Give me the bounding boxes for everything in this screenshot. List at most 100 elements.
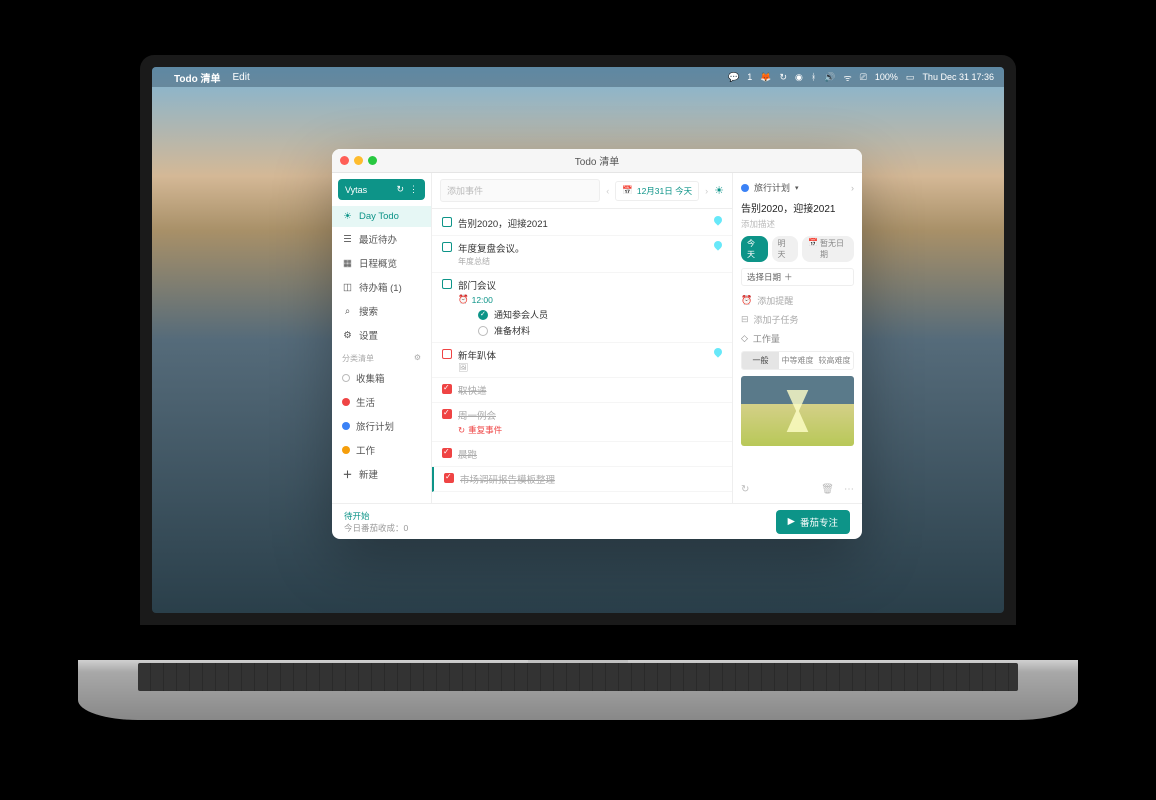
bluetooth-icon[interactable]: ᚼ [811, 72, 816, 82]
attached-image[interactable] [741, 376, 854, 446]
repeat-icon: ↻ [458, 425, 465, 436]
image-icon: 🖼 [458, 363, 708, 372]
checkbox[interactable] [442, 279, 452, 289]
menu-app-name[interactable]: Todo 清单 [174, 70, 220, 85]
chip-today[interactable]: 今天 [741, 236, 768, 262]
add-reminder[interactable]: ⏰ 添加提醒 [741, 294, 854, 307]
brightness-icon[interactable]: ☀ [714, 184, 724, 197]
chevron-right-icon[interactable]: › [851, 183, 854, 193]
list-inbox[interactable]: 收集箱 [332, 366, 431, 390]
shield-icon[interactable]: ◉ [795, 72, 803, 83]
list-travel[interactable]: 旅行计划 [332, 414, 431, 438]
list-life[interactable]: 生活 [332, 390, 431, 414]
firefox-icon[interactable]: 🦊 [760, 72, 771, 83]
trash-icon[interactable]: 🗑 [821, 484, 834, 495]
control-center-icon[interactable]: ⎚ [860, 72, 867, 83]
checkbox[interactable] [442, 242, 452, 252]
task-list: 告别2020，迎接2021 年度复盘会议。 年度总结 [432, 209, 732, 503]
more-icon[interactable]: ⋯ [844, 484, 854, 495]
checkbox[interactable] [442, 409, 452, 419]
detail-list-selector[interactable]: 旅行计划 ▾ › [741, 181, 854, 194]
checkbox[interactable] [442, 349, 452, 359]
list-dot-icon [342, 398, 350, 406]
nav-schedule[interactable]: ▦ 日程概览 [332, 251, 431, 275]
grid-icon: ▦ [342, 258, 353, 269]
battery-icon: ▭ [906, 72, 915, 83]
workload-normal[interactable]: 一般 [742, 352, 779, 369]
list-dot-icon [342, 446, 350, 454]
window-titlebar[interactable]: Todo 清单 [332, 149, 862, 173]
task-row[interactable]: 告别2020，迎接2021 [432, 211, 732, 236]
subtask-checkbox[interactable] [478, 326, 488, 336]
workload-medium[interactable]: 中等难度 [779, 352, 816, 369]
add-subtask[interactable]: ⊟ 添加子任务 [741, 313, 854, 326]
calendar-icon: 📅 [622, 185, 633, 196]
workload-selector[interactable]: 一般 中等难度 较高难度 [741, 351, 854, 370]
detail-title[interactable]: 告别2020，迎接2021 [741, 200, 854, 215]
pomo-stats: 待开始 今日番茄收成：0 [344, 510, 408, 534]
nav-recent[interactable]: ☰ 最近待办 [332, 227, 431, 251]
workload-label: 工作量 [753, 332, 780, 345]
task-title: 部门会议 [458, 278, 722, 292]
main-panel: 添加事件 ‹ 📅 12月31日 今天 › ☀ [432, 173, 732, 503]
subtask-row[interactable]: 准备材料 [458, 321, 722, 337]
task-row[interactable]: 部门会议 ⏰12:00 通知参会人员 准备材料 [432, 273, 732, 343]
subtask-checkbox[interactable] [478, 310, 488, 320]
menu-edit[interactable]: Edit [232, 72, 249, 83]
menubar-datetime[interactable]: Thu Dec 31 17:36 [922, 72, 994, 82]
task-row[interactable]: 取快递 [432, 378, 732, 403]
task-row[interactable]: 市场调研报告模板整理 [432, 467, 732, 492]
chip-tomorrow[interactable]: 明天 [772, 236, 799, 262]
list-new[interactable]: ＋ 新建 [332, 462, 431, 486]
checkbox[interactable] [442, 384, 452, 394]
date-picker[interactable]: 📅 12月31日 今天 [615, 181, 699, 201]
task-row[interactable]: 新年趴体 🖼 [432, 343, 732, 378]
play-icon: ▶ [788, 516, 795, 527]
gear-icon[interactable]: ⚙ [414, 353, 421, 364]
select-date-button[interactable]: 选择日期 ＋ [741, 268, 854, 286]
task-title: 告别2020，迎接2021 [458, 219, 548, 230]
checkbox[interactable] [442, 217, 452, 227]
add-task-input[interactable]: 添加事件 [440, 179, 600, 202]
more-icon[interactable]: ⋮ [409, 184, 418, 195]
task-row[interactable]: 晨跑 [432, 442, 732, 467]
select-date-label: 选择日期 [747, 271, 781, 283]
subtask-label: 通知参会人员 [494, 308, 548, 321]
task-row[interactable]: 年度复盘会议。 年度总结 [432, 236, 732, 273]
nav-label: 待办箱 (1) [359, 280, 402, 294]
wifi-icon[interactable]: ᯤ [843, 71, 851, 84]
nav-search[interactable]: ⌕ 搜索 [332, 299, 431, 323]
volume-icon[interactable]: 🔊 [824, 72, 835, 83]
workload-label-row: ◇ 工作量 [741, 332, 854, 345]
subtask-row[interactable]: 通知参会人员 [458, 305, 722, 321]
macos-menubar: Todo 清单 Edit 💬 1 🦊 ↻ ◉ ᚼ 🔊 ᯤ ⎚ 100% ▭ Th… [152, 67, 1004, 87]
detail-description[interactable]: 添加描述 [741, 218, 854, 230]
battery-percent: 100% [875, 72, 898, 82]
pomodoro-button[interactable]: ▶ 番茄专注 [776, 510, 850, 534]
workload-high[interactable]: 较高难度 [816, 352, 853, 369]
user-name: Vytas [345, 185, 367, 195]
sync-icon[interactable]: ↻ [779, 72, 787, 83]
nav-inbox[interactable]: ◫ 待办箱 (1) [332, 275, 431, 299]
repeat-icon[interactable]: ↻ [741, 484, 749, 495]
calendar-icon: ☰ [342, 234, 353, 245]
sync-icon[interactable]: ↻ [396, 184, 404, 195]
checkbox[interactable] [444, 473, 454, 483]
wechat-icon[interactable]: 💬 [728, 72, 739, 83]
nav-label: 日程概览 [359, 256, 397, 270]
checkbox[interactable] [442, 448, 452, 458]
droplet-icon [712, 346, 723, 357]
subtask-label: 添加子任务 [754, 313, 799, 326]
nav-settings[interactable]: ⚙ 设置 [332, 323, 431, 347]
chevron-right-icon[interactable]: › [705, 186, 708, 196]
droplet-icon [712, 214, 723, 225]
detail-list-name: 旅行计划 [754, 181, 790, 194]
chevron-left-icon[interactable]: ‹ [606, 186, 609, 196]
task-row[interactable]: 周一例会 ↻重复事件 [432, 403, 732, 442]
plus-icon: ＋ [342, 469, 353, 480]
nav-day-todo[interactable]: ☀ Day Todo [332, 206, 431, 227]
list-work[interactable]: 工作 [332, 438, 431, 462]
chip-nodate[interactable]: 📅暂无日期 [802, 236, 854, 262]
clock-icon: ⏰ [458, 294, 469, 305]
user-block[interactable]: Vytas ↻ ⋮ [338, 179, 425, 200]
